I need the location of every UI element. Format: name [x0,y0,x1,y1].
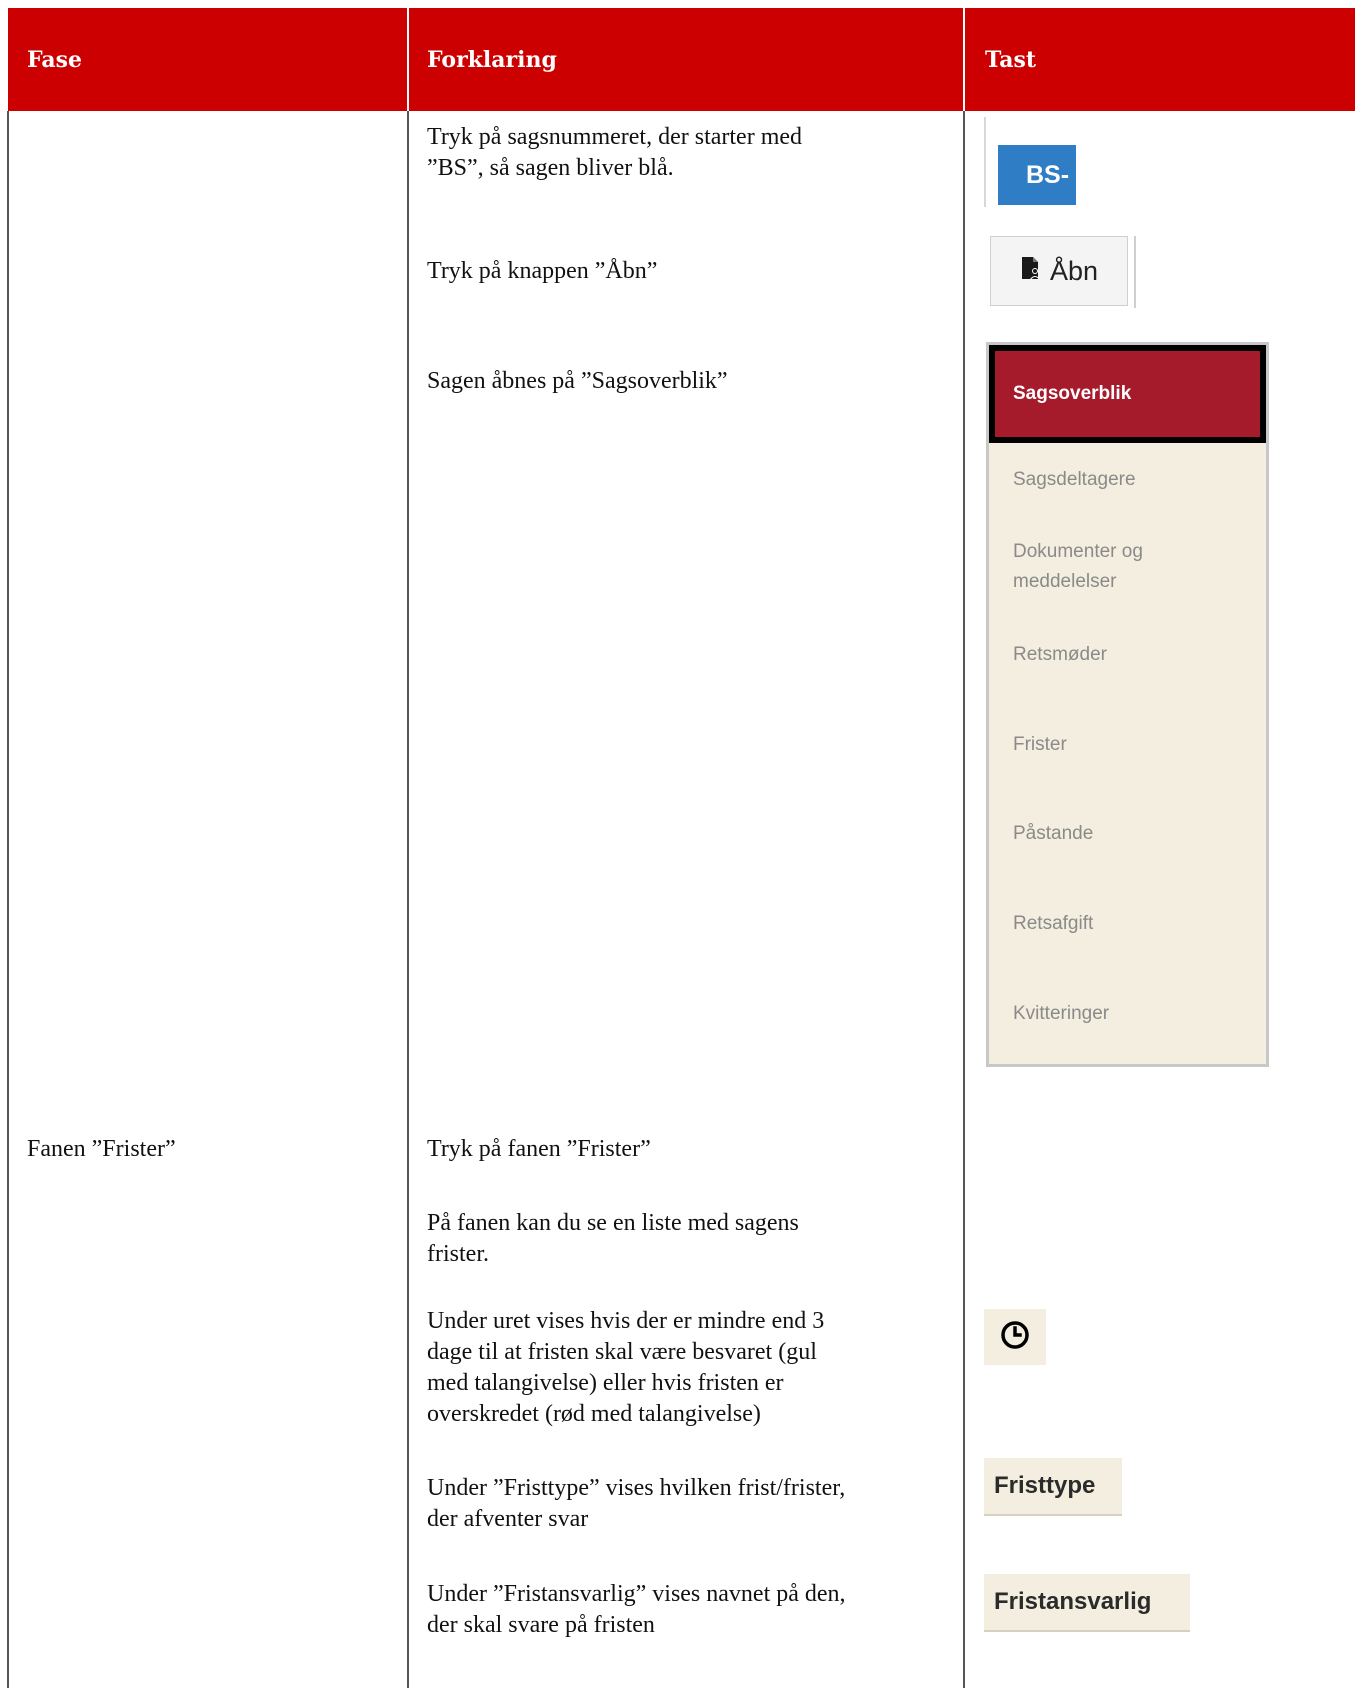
nav-tab-label: meddelelser [1013,571,1117,592]
column-border-left [7,111,9,1688]
explanation-clock: Under uret vises hvis der er mindre end … [427,1306,824,1430]
top-strip [0,0,1355,8]
text-line: frister. [427,1241,489,1267]
text-line: der skal svare på fristen [427,1612,655,1638]
nav-tab-retsafgift[interactable]: Retsafgift [1013,909,1243,939]
nav-tab-sagsoverblik[interactable]: Sagsoverblik [989,345,1266,443]
text-line: På fanen kan du se en liste med sagens [427,1210,799,1236]
document-person-icon [1020,256,1042,287]
case-nav-panel: Sagsoverblik Sagsdeltagere Dokumenter og… [986,342,1269,1067]
toolbar-divider [1134,236,1136,308]
text-line: ”BS”, så sagen bliver blå. [427,155,674,181]
text-line: Tryk på sagsnummeret, der starter med [427,124,803,150]
case-number-tab[interactable]: BS- [998,145,1076,205]
nav-tab-dokumenter[interactable]: Dokumenter og meddelelser [1013,537,1243,597]
header-tast: Tast [985,46,1037,73]
header-separator [407,8,409,111]
text-line: Under ”Fristtype” vises hvilken frist/fr… [427,1475,846,1501]
table-header: Fase Forklaring Tast [8,8,1355,111]
open-button-label: Åbn [1049,255,1099,286]
phase-frister: Fanen ”Frister” [27,1136,176,1162]
header-forklaring: Forklaring [427,46,557,73]
column-border-1 [407,111,409,1688]
nav-tab-frister[interactable]: Frister [1013,730,1243,760]
explanation-fristtype: Under ”Fristtype” vises hvilken frist/fr… [427,1473,845,1535]
explanation-case-overview: Sagen åbnes på ”Sagsoverblik” [427,368,728,394]
text-line: med talangivelse) eller hvis fristen er [427,1370,784,1396]
nav-tab-retsmoder[interactable]: Retsmøder [1013,640,1243,670]
fristtype-column-header: Fristtype [984,1458,1122,1516]
header-separator [963,8,965,111]
explanation-frister-list: På fanen kan du se en liste med sagens f… [427,1208,799,1270]
nav-tab-pastande[interactable]: Påstande [1013,819,1243,849]
case-number-screenshot: BS- [984,117,1076,207]
nav-tab-sagsdeltagere[interactable]: Sagsdeltagere [1013,465,1243,495]
explanation-open-button: Tryk på knappen ”Åbn” [427,258,658,284]
text-line: dage til at fristen skal være besvaret (… [427,1339,817,1365]
text-line: Under uret vises hvis der er mindre end … [427,1308,825,1334]
explanation-select-case: Tryk på sagsnummeret, der starter med ”B… [427,122,802,184]
nav-tab-kvitteringer[interactable]: Kvitteringer [1013,999,1243,1029]
nav-tab-label: Dokumenter og [1013,541,1143,562]
open-button[interactable]: Åbn [990,236,1128,306]
text-line: overskredet (rød med talangivelse) [427,1401,761,1427]
explanation-click-frister: Tryk på fanen ”Frister” [427,1136,651,1162]
explanation-fristansvarlig: Under ”Fristansvarlig” vises navnet på d… [427,1579,846,1641]
text-line: der afventer svar [427,1506,589,1532]
text-line: Under ”Fristansvarlig” vises navnet på d… [427,1581,846,1607]
clock-column-header [984,1309,1046,1365]
clock-icon [999,1319,1031,1356]
column-border-2 [963,111,965,1688]
fristansvarlig-column-header: Fristansvarlig [984,1574,1190,1632]
header-fase: Fase [27,46,83,73]
